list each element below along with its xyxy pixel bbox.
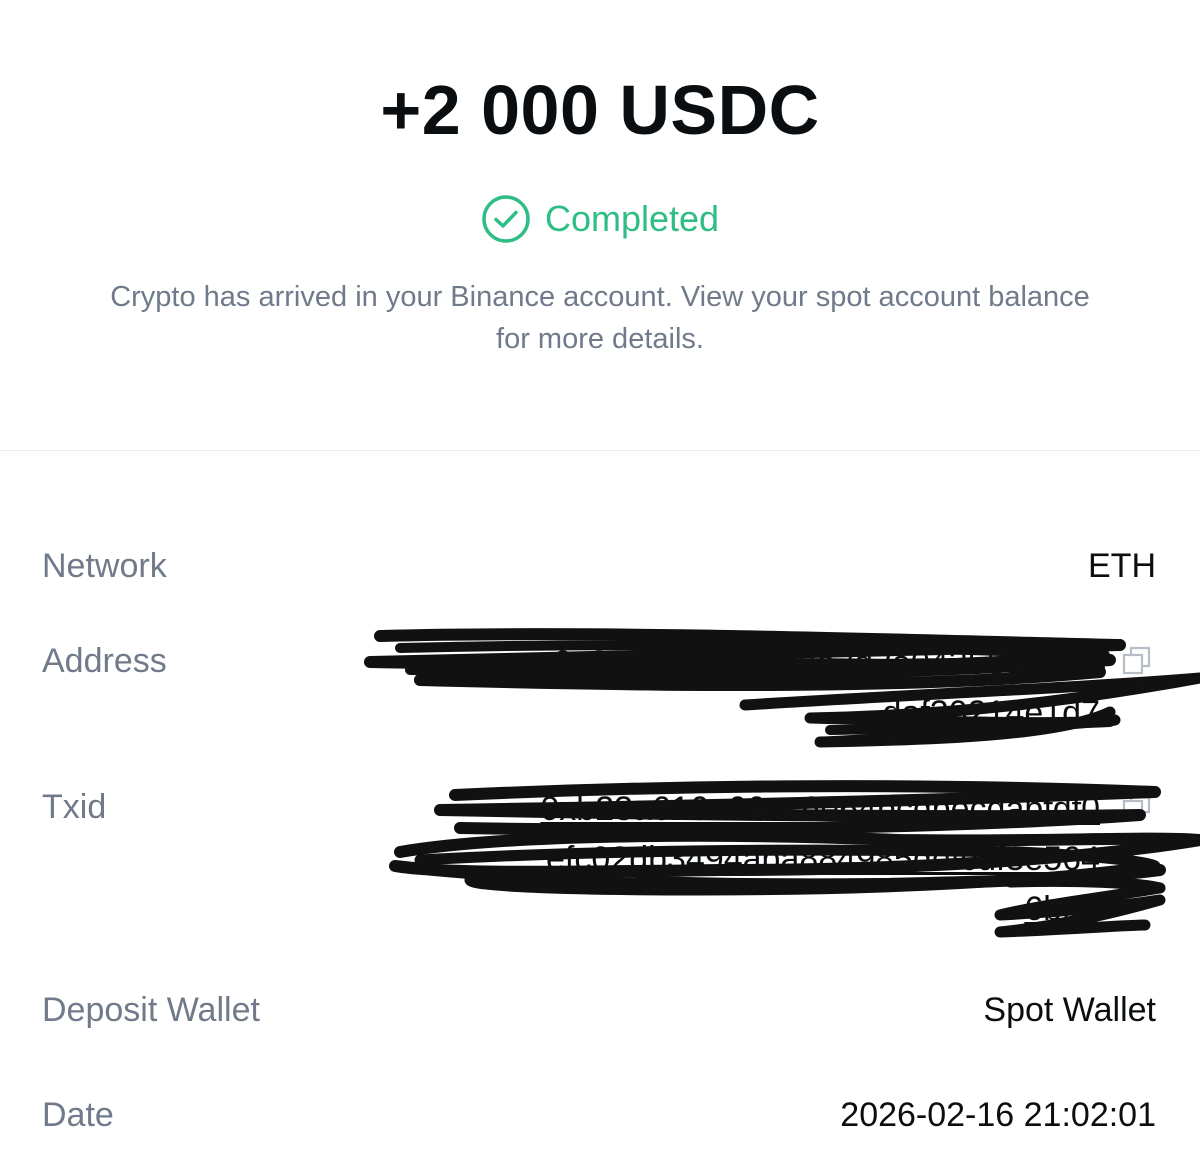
copy-icon[interactable] <box>1122 792 1152 822</box>
deposit-wallet-value: Spot Wallet <box>983 991 1156 1029</box>
status-indicator: Completed <box>0 194 1200 244</box>
network-label: Network <box>42 547 167 585</box>
date-value: 2026-02-16 21:02:01 <box>840 1096 1156 1134</box>
txid-label: Txid <box>42 788 107 826</box>
network-value: ETH <box>1088 547 1156 585</box>
txid-line: 6b9d <box>1024 890 1100 928</box>
address-line: 0x226efdf9520d8a3d3a0435655484 <box>553 644 1100 682</box>
status-message: Crypto has arrived in your Binance accou… <box>110 281 1090 355</box>
address-line: daf30214e1d7 <box>882 694 1100 732</box>
section-divider <box>0 450 1200 451</box>
status-text: Completed <box>544 198 720 239</box>
txid-line: efc02db3494aba884985defcdf3e564 <box>546 840 1100 878</box>
deposit-amount: +2 000 USDC <box>380 71 820 149</box>
address-value[interactable]: 0x226efdf9520d8a3d3a0435655484 daf30214e… <box>400 638 1100 738</box>
check-circle-icon <box>482 195 530 243</box>
txid-value[interactable]: 0xb23a616a66ec6e64bcdbecdabfdf0 efc02db3… <box>380 784 1100 934</box>
copy-icon[interactable] <box>1122 646 1152 676</box>
date-label: Date <box>42 1096 114 1134</box>
deposit-wallet-label: Deposit Wallet <box>42 991 260 1029</box>
txid-line: 0xb23a616a66ec6e64bcdbecdabfdf0 <box>540 790 1100 828</box>
address-label: Address <box>42 642 167 680</box>
